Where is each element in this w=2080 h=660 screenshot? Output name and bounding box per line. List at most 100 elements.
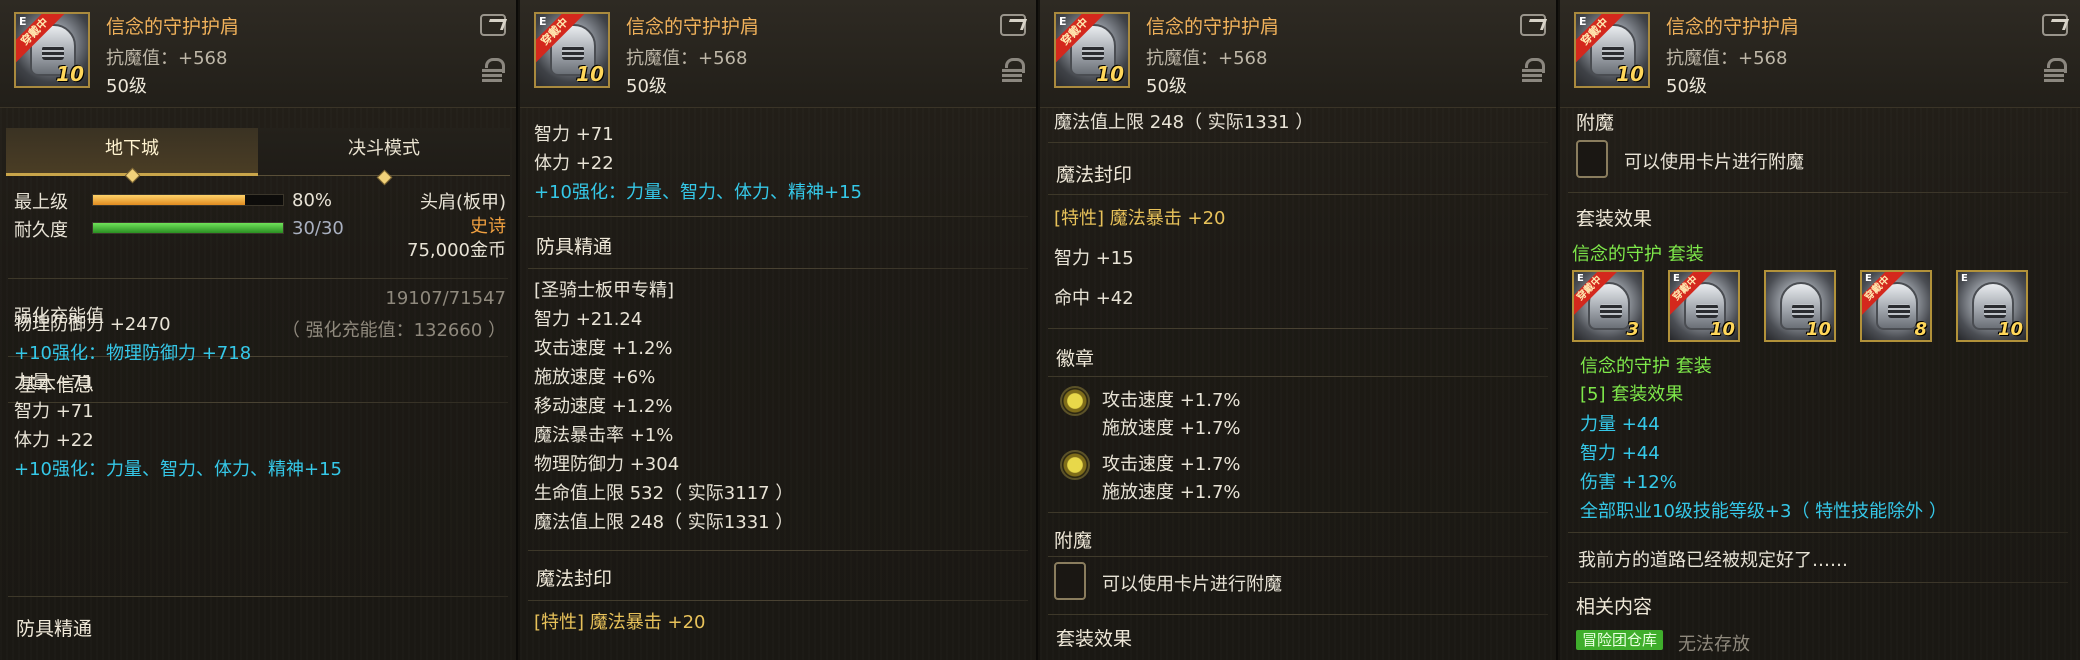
- grade-letter: E: [1961, 273, 1968, 284]
- share-icon[interactable]: [2042, 14, 2068, 36]
- tab-duel[interactable]: 决斗模式: [258, 128, 510, 186]
- stat-line: 体力 +22: [14, 430, 94, 451]
- lock-icon[interactable]: [482, 58, 505, 82]
- durability-bar: [92, 222, 284, 234]
- enhance-level: 10: [1997, 319, 2023, 340]
- set-name: 信念的守护 套装: [1572, 244, 1704, 265]
- related-text: 无法存放: [1678, 634, 1750, 655]
- set-armor-piece-icon[interactable]: 穿戴中 E 10: [1668, 270, 1740, 342]
- enhance-level: 3: [1626, 319, 1639, 340]
- tooltip-stage: 穿戴中 E 10 信念的守护护肩 抗魔值：+568 50级 地下城 决斗模式 最…: [0, 0, 2080, 660]
- mode-tabs: 地下城 决斗模式: [6, 128, 512, 186]
- set-armor-piece-icon[interactable]: 穿戴中 E 8: [1860, 270, 1932, 342]
- grade-letter: E: [1579, 15, 1587, 28]
- lock-icon[interactable]: [1002, 58, 1025, 82]
- magic-seal-title: 魔法封印: [1056, 164, 1133, 186]
- related-badge: 冒险团仓库: [1576, 630, 1664, 650]
- emblem-2-line1: 攻击速度 +1.7%: [1102, 454, 1241, 475]
- lock-icon[interactable]: [1522, 58, 1545, 82]
- item-tooltip-panel-1: 穿戴中 E 10 信念的守护护肩 抗魔值：+568 50级 地下城 决斗模式 最…: [0, 0, 518, 660]
- tooltip-body[interactable]: 智力 +71 体力 +22 +10强化：力量、智力、体力、精神+15 防具精通 [圣…: [520, 108, 1036, 660]
- diamond-marker-icon: [124, 167, 141, 184]
- share-icon[interactable]: [1000, 14, 1026, 36]
- item-header: 穿戴中 E 10 信念的守护护肩 抗魔值：+568 50级: [1560, 0, 2080, 108]
- stat-line: 物理防御力 +304: [534, 454, 680, 475]
- emblem-2-line2: 施放速度 +1.7%: [1102, 482, 1241, 503]
- item-name: 信念的守护护肩: [1666, 16, 1800, 38]
- enchant-text: 可以使用卡片进行附魔: [1624, 152, 1804, 173]
- durability-label: 耐久度: [14, 220, 68, 241]
- shoulder-armor-icon[interactable]: 穿戴中 E 10: [14, 12, 90, 88]
- set-armor-piece-icon[interactable]: 10: [1764, 270, 1836, 342]
- price: 75,000金币: [407, 240, 506, 261]
- enchant-card-slot[interactable]: [1054, 562, 1086, 600]
- durability-value: 30/30: [292, 218, 344, 239]
- stat-line: 物理防御力 +2470: [14, 314, 171, 335]
- enhance-level: 8: [1914, 319, 1927, 340]
- item-header: 穿戴中 E 10 信念的守护护肩 抗魔值：+568 50级: [1040, 0, 1556, 108]
- magic-seal-title: 魔法封印: [536, 568, 613, 590]
- emblem-icon[interactable]: [1060, 386, 1090, 416]
- item-header: 穿戴中 E 10 信念的守护护肩 抗魔值：+568 50级: [0, 0, 516, 108]
- set-armor-piece-icon[interactable]: 穿戴中 E 3: [1572, 270, 1644, 342]
- grade-letter: E: [19, 15, 27, 28]
- enhance-level: 10: [576, 62, 604, 86]
- stat-line: 智力 +71: [14, 401, 94, 422]
- share-icon[interactable]: [480, 14, 506, 36]
- grade-letter: E: [539, 15, 547, 28]
- item-header: 穿戴中 E 10 信念的守护护肩 抗魔值：+568 50级: [520, 0, 1036, 108]
- shoulder-armor-icon[interactable]: 穿戴中 E 10: [1054, 12, 1130, 88]
- share-icon[interactable]: [1520, 14, 1546, 36]
- charge-total: （ 强化充能值：132660 ）: [281, 320, 506, 341]
- stat-line: 魔法暴击率 +1%: [534, 425, 674, 446]
- item-tooltip-panel-2: 穿戴中 E 10 信念的守护护肩 抗魔值：+568 50级 智力 +71 体力 +…: [520, 0, 1038, 660]
- stat-line: 魔法值上限 248（ 实际1331 ）: [534, 512, 794, 533]
- diamond-marker-icon: [376, 169, 393, 186]
- stat-line: 智力 +21.24: [534, 309, 643, 330]
- stat-line: [圣骑士板甲专精]: [534, 280, 675, 301]
- enchant-card-slot[interactable]: [1576, 140, 1608, 178]
- stat-line: 攻击速度 +1.2%: [534, 338, 673, 359]
- stat-line: 移动速度 +1.2%: [534, 396, 673, 417]
- stat-line: +10强化：力量、智力、体力、精神+15: [534, 182, 862, 203]
- enhance-level: 10: [1096, 62, 1124, 86]
- stat-line: 智力 +44: [1580, 443, 1660, 464]
- shoulder-armor-icon[interactable]: 穿戴中 E 10: [1574, 12, 1650, 88]
- set-effect-title: 套装效果: [1576, 208, 1653, 230]
- enchant-text: 可以使用卡片进行附魔: [1102, 574, 1282, 595]
- stat-line: 智力 +15: [1054, 248, 1134, 269]
- enhance-level: 10: [1709, 319, 1735, 340]
- lock-icon[interactable]: [2044, 58, 2067, 82]
- emblem-icon[interactable]: [1060, 450, 1090, 480]
- enchant-title: 附魔: [1054, 530, 1093, 552]
- tab-dungeon[interactable]: 地下城: [6, 128, 258, 184]
- magic-resist: 抗魔值：+568: [106, 48, 228, 69]
- magic-resist: 抗魔值：+568: [1666, 48, 1788, 69]
- item-name: 信念的守护护肩: [626, 16, 760, 38]
- magic-resist: 抗魔值：+568: [1146, 48, 1268, 69]
- item-name: 信念的守护护肩: [1146, 16, 1280, 38]
- item-tooltip-panel-3: 穿戴中 E 10 信念的守护护肩 抗魔值：+568 50级 魔法值上限 248（…: [1040, 0, 1558, 660]
- slot-type: 头肩(板甲): [419, 192, 506, 213]
- item-level: 50级: [626, 76, 667, 97]
- tooltip-body[interactable]: 魔法值上限 248（ 实际1331 ） 魔法封印 [特性] 魔法暴击 +20 智力…: [1040, 108, 1556, 660]
- tab-dungeon-label: 地下城: [105, 138, 159, 159]
- shoulder-armor-icon[interactable]: 穿戴中 E 10: [534, 12, 610, 88]
- set-armor-piece-icon[interactable]: E 10: [1956, 270, 2028, 342]
- stat-line: 全部职业10级技能等级+3（ 特性技能除外 ）: [1580, 501, 1947, 522]
- set-effect-header: [5] 套装效果: [1580, 384, 1684, 405]
- tooltip-body[interactable]: 附魔 可以使用卡片进行附魔 套装效果 信念的守护 套装 穿戴中 E 3 穿戴中 E 10 1…: [1560, 108, 2080, 660]
- armor-mastery-title: 防具精通: [16, 618, 93, 640]
- stat-line: 命中 +42: [1054, 288, 1134, 309]
- grade-letter: E: [1673, 273, 1680, 284]
- magic-resist: 抗魔值：+568: [626, 48, 748, 69]
- grade-letter: E: [1865, 273, 1872, 284]
- set-item-icons: 穿戴中 E 3 穿戴中 E 10 10 穿戴中 E 8 E 10: [1572, 270, 2072, 346]
- max-level-bar: [92, 194, 284, 206]
- seal-line: [特性] 魔法暴击 +20: [534, 612, 706, 633]
- stat-line: 体力 +22: [534, 153, 614, 174]
- mp-limit-line: 魔法值上限 248（ 实际1331 ）: [1054, 112, 1314, 133]
- tooltip-body[interactable]: 地下城 决斗模式 最上级 80% 耐久度 30/30 头肩(板甲) 史诗 75,…: [0, 108, 516, 660]
- tab-duel-label: 决斗模式: [348, 138, 420, 159]
- stat-line: 伤害 +12%: [1580, 472, 1677, 493]
